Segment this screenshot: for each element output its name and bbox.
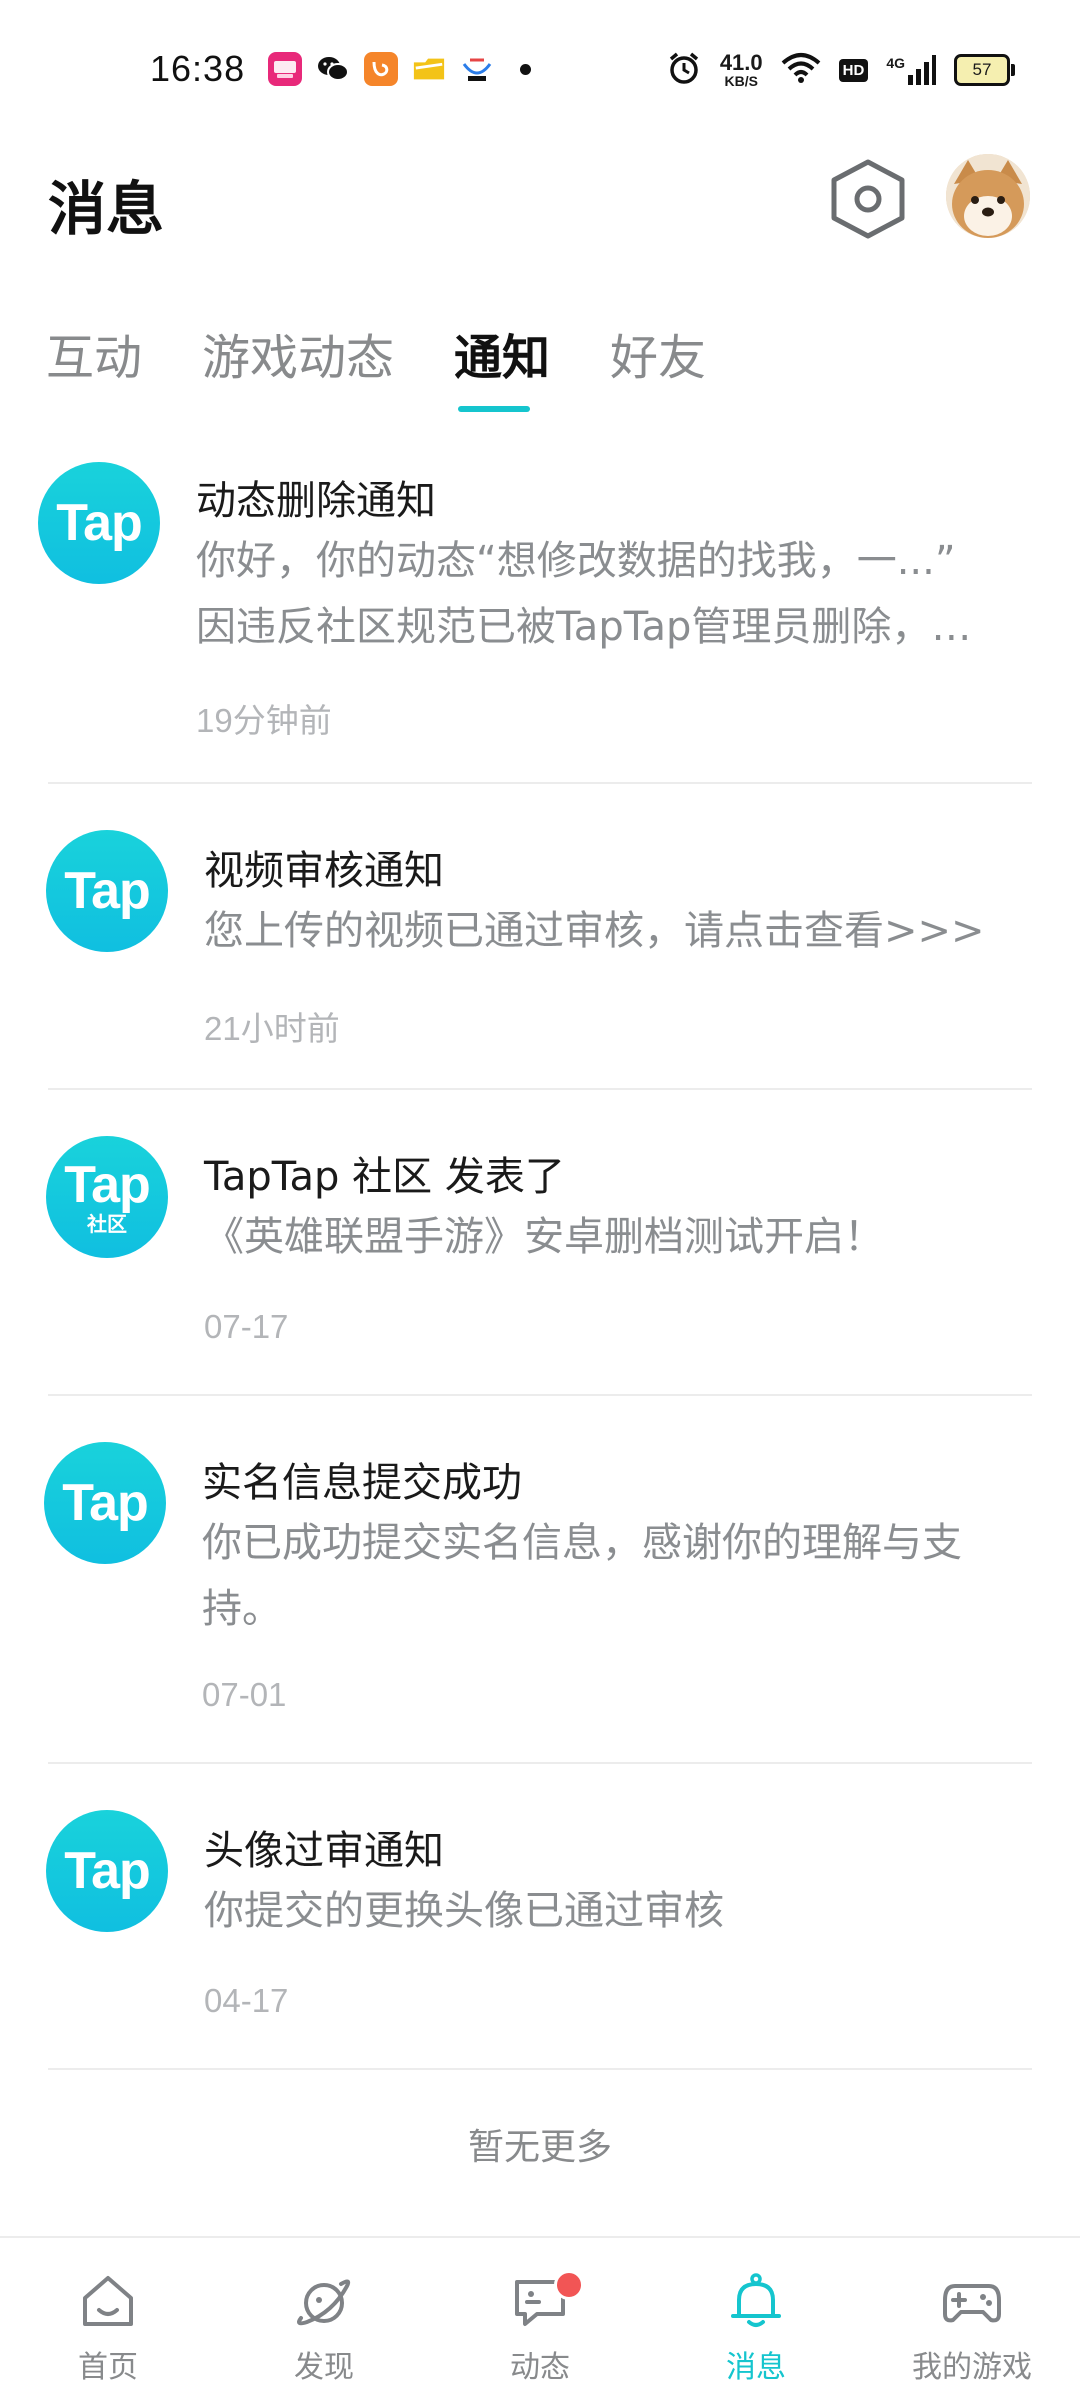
divider [48,1394,1032,1396]
divider [48,1762,1032,1764]
divider [48,1088,1032,1090]
status-app-icons [268,52,531,86]
shiba-dog-avatar-icon [946,154,1030,238]
notification-title: 动态删除通知 [196,478,436,524]
cellular-signal-icon: 4G [886,55,936,85]
page-title: 消息 [48,175,165,243]
notification-time: 04-17 [204,1982,289,2019]
notification-title: 实名信息提交成功 [202,1460,522,1506]
taptap-community-logo-icon: Tap 社区 [46,1136,168,1258]
gamepad-icon [943,2284,1001,2323]
nav-discover[interactable]: 发现 [216,2238,432,2402]
huobao-icon [268,52,302,86]
notification-time: 21小时前 [204,1010,340,1047]
notification-time: 19分钟前 [196,702,332,739]
network-speed: 41.0 KB/S [719,50,763,89]
uc-browser-icon [364,52,398,86]
nav-home[interactable]: 首页 [0,2238,216,2402]
feed-unread-badge [554,2270,584,2300]
home-icon [83,2276,133,2326]
notification-time: 07-01 [202,1676,287,1713]
divider [48,2068,1032,2070]
tab-notifications[interactable]: 通知 [454,318,550,388]
status-right-group: 41.0 KB/S HD 4G 57 [666,50,1015,90]
bell-icon [731,2273,781,2327]
user-avatar[interactable] [946,154,1030,238]
folder-app-icon [412,52,446,86]
notification-title: TapTap 社区 发表了 [204,1154,565,1200]
notification-time: 07-17 [204,1308,289,1345]
hd-badge: HD [838,58,869,82]
taptap-logo-icon: Tap [46,830,168,952]
bottom-nav: 首页 发现 动态 消息 我的游戏 [0,2236,1080,2402]
notification-body: 你已成功提交实名信息，感谢你的理解与支 持。 [202,1520,962,1632]
nav-messages[interactable]: 消息 [648,2238,864,2402]
taptap-logo-icon: Tap [38,462,160,584]
settings-button[interactable] [830,158,906,240]
taptap-logo-icon: Tap [44,1442,166,1564]
nav-feed[interactable]: 动态 [432,2238,648,2402]
end-of-list-text: 暂无更多 [467,2127,612,2168]
wifi-icon [781,52,821,88]
wechat-icon [316,52,350,86]
tab-interaction[interactable]: 互动 [46,318,142,388]
taptap-logo-icon: Tap [46,1810,168,1932]
discover-planet-icon [297,2279,351,2326]
notification-body: 您上传的视频已通过审核，请点击查看>>> [204,908,985,954]
status-time: 16:38 [150,48,246,89]
notification-dot [520,63,531,75]
tab-friends[interactable]: 好友 [610,318,706,388]
divider [48,782,1032,784]
active-tab-indicator [458,406,530,412]
status-bar: 16:38 41.0 KB/S HD 4G 57 [0,0,1080,140]
tab-game-updates[interactable]: 游戏动态 [202,318,394,388]
notification-body: 你好，你的动态“想修改数据的找我，一...” 因违反社区规范已被TapTap管理… [196,538,972,650]
notification-title: 视频审核通知 [204,848,444,894]
nav-my-games[interactable]: 我的游戏 [864,2238,1080,2402]
alarm-icon [666,50,702,90]
message-tabs: 互动 游戏动态 通知 好友 [46,318,706,388]
battery-indicator: 57 [954,54,1015,86]
game-app-icon [460,52,494,86]
notification-body: 你提交的更换头像已通过审核 [204,1888,724,1934]
settings-hexagon-icon [831,159,905,239]
notification-body: 《英雄联盟手游》安卓删档测试开启！ [204,1214,884,1260]
notification-title: 头像过审通知 [204,1828,444,1874]
